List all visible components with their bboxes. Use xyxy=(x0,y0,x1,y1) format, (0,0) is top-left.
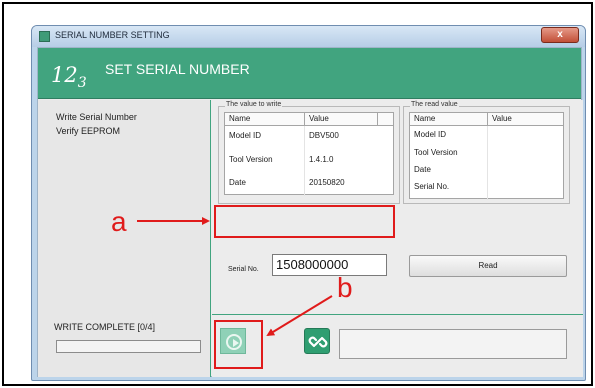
figure-frame: SERIAL NUMBER SETTING x 123 SET SERIAL N… xyxy=(2,2,593,386)
annotation-arrows xyxy=(137,217,333,337)
arrow-b xyxy=(266,295,333,337)
